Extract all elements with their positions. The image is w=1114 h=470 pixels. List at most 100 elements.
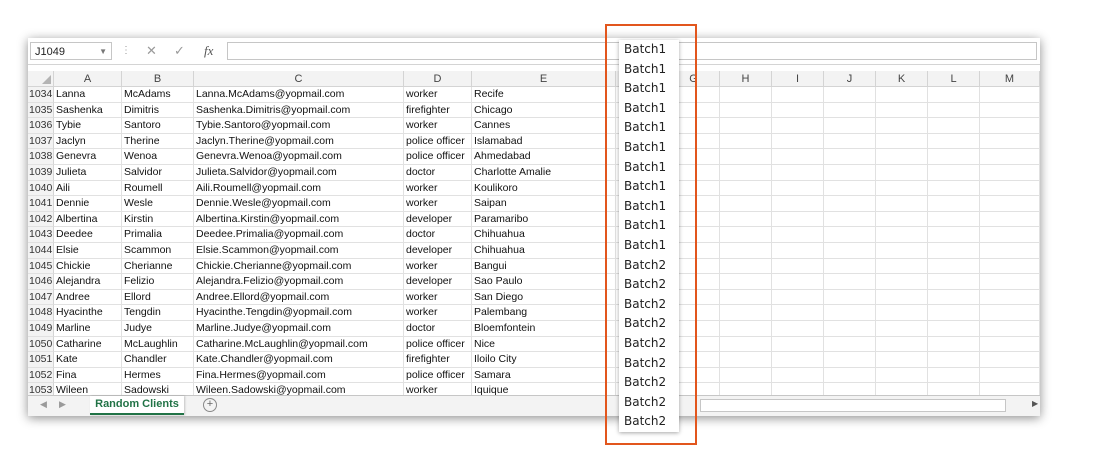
cell-b[interactable]: Primalia (122, 227, 194, 243)
cell-c[interactable]: Genevra.Wenoa@yopmail.com (194, 149, 404, 165)
row-header[interactable]: 1037 (28, 133, 54, 150)
cell-l[interactable] (928, 274, 980, 290)
cell-k[interactable] (876, 274, 928, 290)
cell-d[interactable]: police officer (404, 149, 472, 165)
cell-k[interactable] (876, 258, 928, 275)
cell-j[interactable] (824, 133, 876, 150)
row-header[interactable]: 1039 (28, 165, 54, 181)
cell-e[interactable]: Islamabad (472, 133, 616, 150)
cell-e[interactable]: Nice (472, 336, 616, 353)
sheet-tab-random-clients[interactable]: Random Clients (90, 396, 184, 415)
cell-m[interactable] (980, 274, 1040, 290)
cell-i[interactable] (772, 180, 824, 197)
cell-j[interactable] (824, 196, 876, 212)
cell-h[interactable] (720, 196, 772, 212)
cell-m[interactable] (980, 133, 1040, 150)
cell-i[interactable] (772, 196, 824, 212)
cell-e[interactable]: Chihuahua (472, 243, 616, 259)
cell-k[interactable] (876, 165, 928, 181)
cell-e[interactable]: Chicago (472, 102, 616, 119)
horizontal-scrollbar[interactable] (700, 399, 1006, 412)
cell-j[interactable] (824, 180, 876, 197)
column-header-i[interactable]: I (772, 71, 824, 87)
cell-m[interactable] (980, 367, 1040, 384)
cell-c[interactable]: Kate.Chandler@yopmail.com (194, 352, 404, 368)
row-header[interactable]: 1041 (28, 196, 54, 212)
cell-d[interactable]: worker (404, 196, 472, 212)
cell-e[interactable]: Bloemfontein (472, 321, 616, 337)
cell-b[interactable]: Wesle (122, 196, 194, 212)
row-header[interactable]: 1047 (28, 289, 54, 306)
cell-j[interactable] (824, 352, 876, 368)
cell-d[interactable]: worker (404, 87, 472, 103)
row-header[interactable]: 1044 (28, 243, 54, 259)
cell-k[interactable] (876, 227, 928, 243)
cell-i[interactable] (772, 258, 824, 275)
cell-l[interactable] (928, 196, 980, 212)
cell-j[interactable] (824, 274, 876, 290)
cell-a[interactable]: Elsie (54, 243, 122, 259)
row-header[interactable]: 1042 (28, 211, 54, 228)
cell-c[interactable]: Elsie.Scammon@yopmail.com (194, 243, 404, 259)
cell-m[interactable] (980, 243, 1040, 259)
cell-e[interactable]: Samara (472, 367, 616, 384)
cell-b[interactable]: Felizio (122, 274, 194, 290)
cell-d[interactable]: doctor (404, 165, 472, 181)
cell-m[interactable] (980, 352, 1040, 368)
cell-l[interactable] (928, 305, 980, 321)
cell-a[interactable]: Tybie (54, 118, 122, 134)
cell-m[interactable] (980, 180, 1040, 197)
cell-h[interactable] (720, 133, 772, 150)
column-header-h[interactable]: H (720, 71, 772, 87)
cell-h[interactable] (720, 118, 772, 134)
cell-a[interactable]: Lanna (54, 87, 122, 103)
cell-l[interactable] (928, 87, 980, 103)
cell-c[interactable]: Marline.Judye@yopmail.com (194, 321, 404, 337)
cell-j[interactable] (824, 165, 876, 181)
cell-d[interactable]: developer (404, 211, 472, 228)
cell-e[interactable]: Sao Paulo (472, 274, 616, 290)
row-header[interactable]: 1046 (28, 274, 54, 290)
column-header-b[interactable]: B (122, 71, 194, 87)
cell-h[interactable] (720, 336, 772, 353)
column-header-m[interactable]: M (980, 71, 1040, 87)
cell-k[interactable] (876, 243, 928, 259)
row-header[interactable]: 1034 (28, 87, 54, 103)
cell-m[interactable] (980, 258, 1040, 275)
cell-c[interactable]: Alejandra.Felizio@yopmail.com (194, 274, 404, 290)
cell-h[interactable] (720, 211, 772, 228)
cell-a[interactable]: Deedee (54, 227, 122, 243)
cell-b[interactable]: McLaughlin (122, 336, 194, 353)
insert-function-button[interactable]: fx (204, 42, 213, 60)
cell-i[interactable] (772, 87, 824, 103)
cell-k[interactable] (876, 180, 928, 197)
cell-b[interactable]: Judye (122, 321, 194, 337)
cancel-icon[interactable]: ✕ (146, 42, 157, 60)
cell-m[interactable] (980, 102, 1040, 119)
cell-k[interactable] (876, 87, 928, 103)
cell-m[interactable] (980, 289, 1040, 306)
cell-k[interactable] (876, 133, 928, 150)
cell-i[interactable] (772, 227, 824, 243)
cell-a[interactable]: Andree (54, 289, 122, 306)
cell-h[interactable] (720, 165, 772, 181)
cell-e[interactable]: Koulikoro (472, 180, 616, 197)
cell-j[interactable] (824, 211, 876, 228)
cell-l[interactable] (928, 118, 980, 134)
cell-b[interactable]: Cherianne (122, 258, 194, 275)
cell-m[interactable] (980, 321, 1040, 337)
cell-l[interactable] (928, 211, 980, 228)
cell-m[interactable] (980, 118, 1040, 134)
cell-a[interactable]: Chickie (54, 258, 122, 275)
scroll-tabs-left-icon[interactable]: ◀ (40, 399, 47, 410)
cell-c[interactable]: Julieta.Salvidor@yopmail.com (194, 165, 404, 181)
row-header[interactable]: 1051 (28, 352, 54, 368)
cell-h[interactable] (720, 180, 772, 197)
cell-c[interactable]: Chickie.Cherianne@yopmail.com (194, 258, 404, 275)
cell-m[interactable] (980, 211, 1040, 228)
cell-l[interactable] (928, 367, 980, 384)
cell-m[interactable] (980, 165, 1040, 181)
cell-j[interactable] (824, 367, 876, 384)
cell-a[interactable]: Albertina (54, 211, 122, 228)
cell-l[interactable] (928, 321, 980, 337)
